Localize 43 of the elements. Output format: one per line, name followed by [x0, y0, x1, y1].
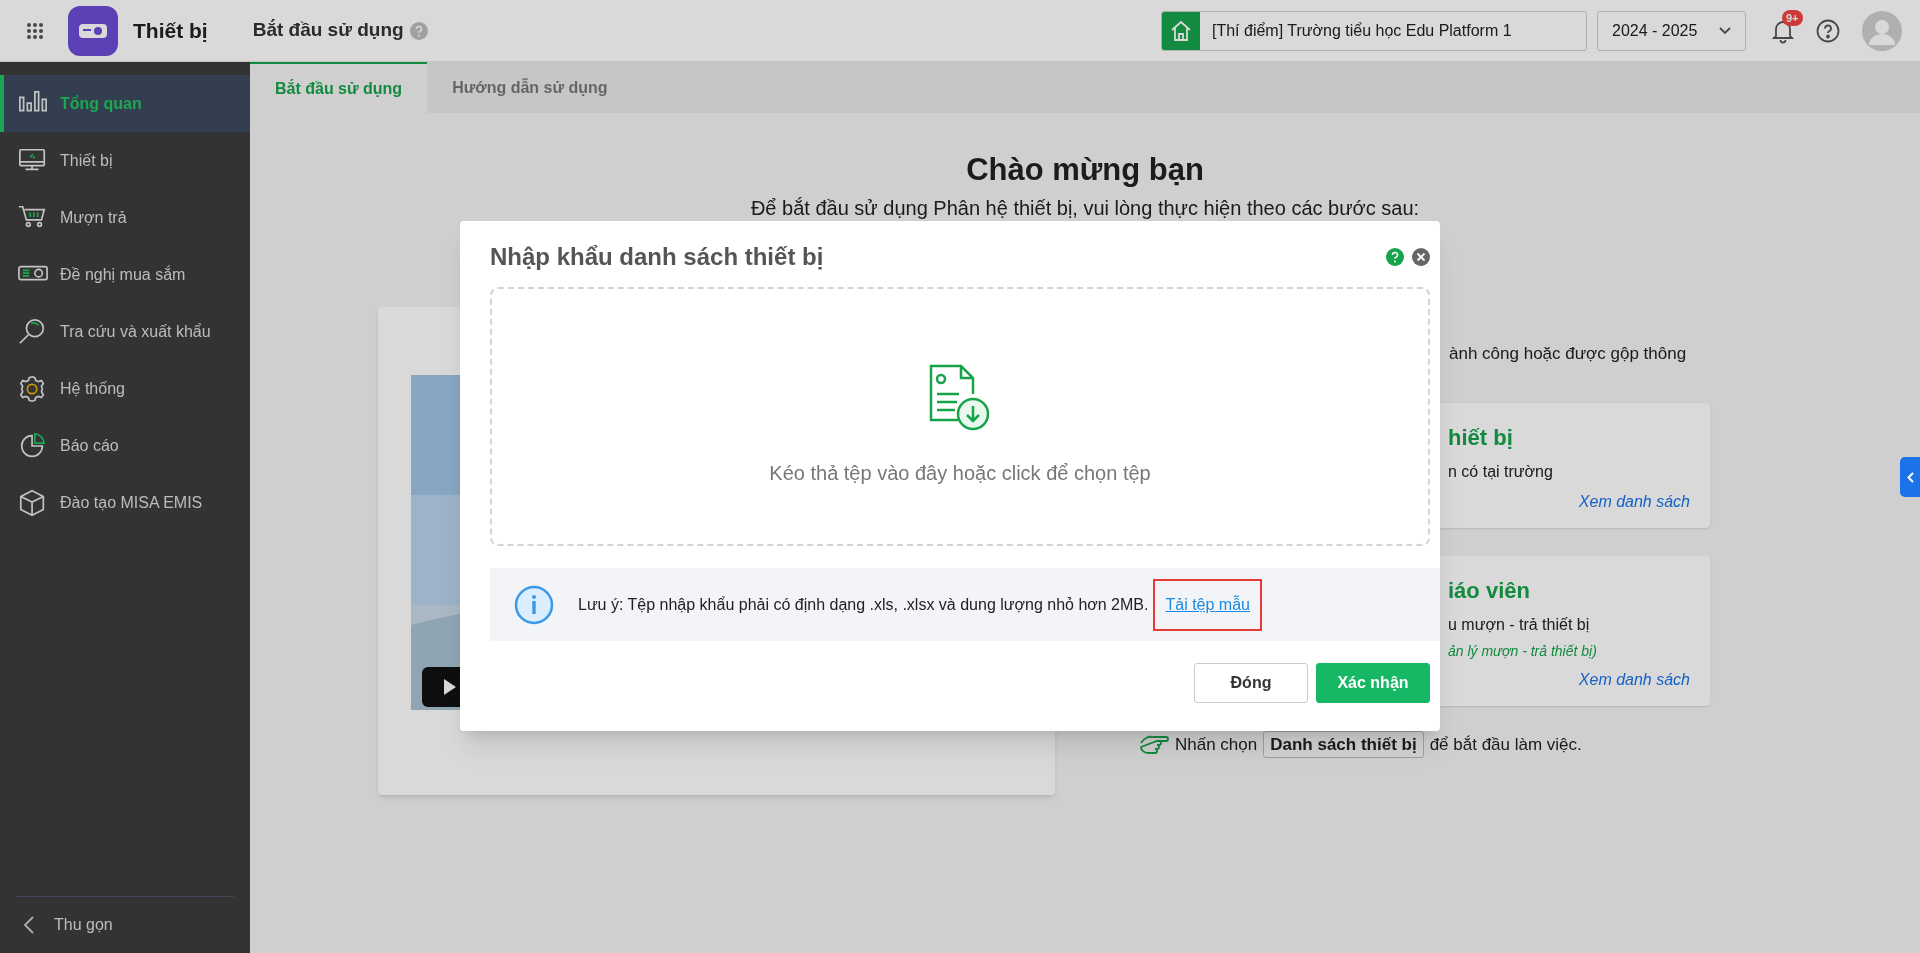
- sidebar-item[interactable]: Mượn trả: [0, 189, 250, 246]
- app-title: Thiết bị: [133, 17, 208, 44]
- chevron-left-icon: [1906, 471, 1914, 483]
- info-icon: [514, 584, 554, 625]
- sidebar-item[interactable]: Tra cứu và xuất khẩu: [0, 303, 250, 360]
- page-title: Bắt đầu sử dụng: [252, 18, 404, 43]
- tab[interactable]: Hướng dẫn sử dụng: [427, 62, 633, 113]
- sidebar-item[interactable]: Tổng quan: [0, 75, 250, 132]
- side-panel-toggle[interactable]: [1900, 457, 1920, 497]
- sidebar-item[interactable]: Đào tạo MISA EMIS: [0, 474, 250, 531]
- card-title: hiết bị: [1448, 423, 1514, 452]
- sidebar-item[interactable]: Hệ thống: [0, 360, 250, 417]
- year-dropdown[interactable]: 2024 - 2025: [1597, 10, 1746, 51]
- step-text: ành công hoặc được gộp thông: [1449, 343, 1688, 365]
- drop-zone[interactable]: Kéo thả tệp vào đây hoặc click để chọn tệp: [490, 287, 1430, 546]
- card-text: n có tại trường: [1448, 461, 1554, 482]
- card-title: iáo viên: [1448, 576, 1531, 605]
- app-grid-icon[interactable]: [26, 21, 44, 40]
- list-chip: Danh sách thiết bị: [1263, 730, 1424, 758]
- chevron-left-icon: [24, 916, 34, 934]
- help-icon[interactable]: [1816, 18, 1840, 43]
- action-text: Nhấn chọn: [1175, 733, 1258, 756]
- dialog-title: Nhập khẩu danh sách thiết bị: [490, 242, 824, 272]
- school-selector[interactable]: [Thí điểm] Trường tiểu học Edu Platform 1: [1161, 10, 1587, 51]
- card-hint: ản lý mượn - trả thiết bị): [1448, 641, 1598, 661]
- sidebar-item[interactable]: Đề nghị mua sắm: [0, 246, 250, 303]
- sidebar-item[interactable]: Thiết bị: [0, 132, 250, 189]
- house-icon: [1170, 19, 1192, 42]
- view-list-link[interactable]: Xem danh sách: [1578, 489, 1690, 514]
- sidebar-item[interactable]: Báo cáo: [0, 417, 250, 474]
- note-text: Lưu ý: Tệp nhập khẩu phải có định dạng .xls, .xlsx và dung lượng nhỏ hơn 2MB.: [578, 594, 1149, 615]
- collapse-button[interactable]: Thu gọn: [0, 897, 250, 953]
- close-button[interactable]: Đóng: [1194, 663, 1308, 703]
- help-icon[interactable]: [1386, 248, 1404, 266]
- view-list-link[interactable]: Xem danh sách: [1578, 667, 1690, 692]
- welcome-title: Chào mừng bạn: [966, 151, 1204, 189]
- notification-badge: 9+: [1782, 9, 1803, 26]
- app-logo-icon: [68, 5, 118, 56]
- welcome-subtitle: Để bắt đầu sử dụng Phân hệ thiết bị, vui lòng thực hiện theo các bước sau:: [750, 196, 1420, 221]
- action-text: để bắt đầu làm việc.: [1429, 733, 1582, 756]
- close-icon[interactable]: [1412, 248, 1430, 266]
- chevron-down-icon: [1719, 26, 1731, 35]
- card-text: u mượn - trả thiết bị: [1448, 614, 1591, 635]
